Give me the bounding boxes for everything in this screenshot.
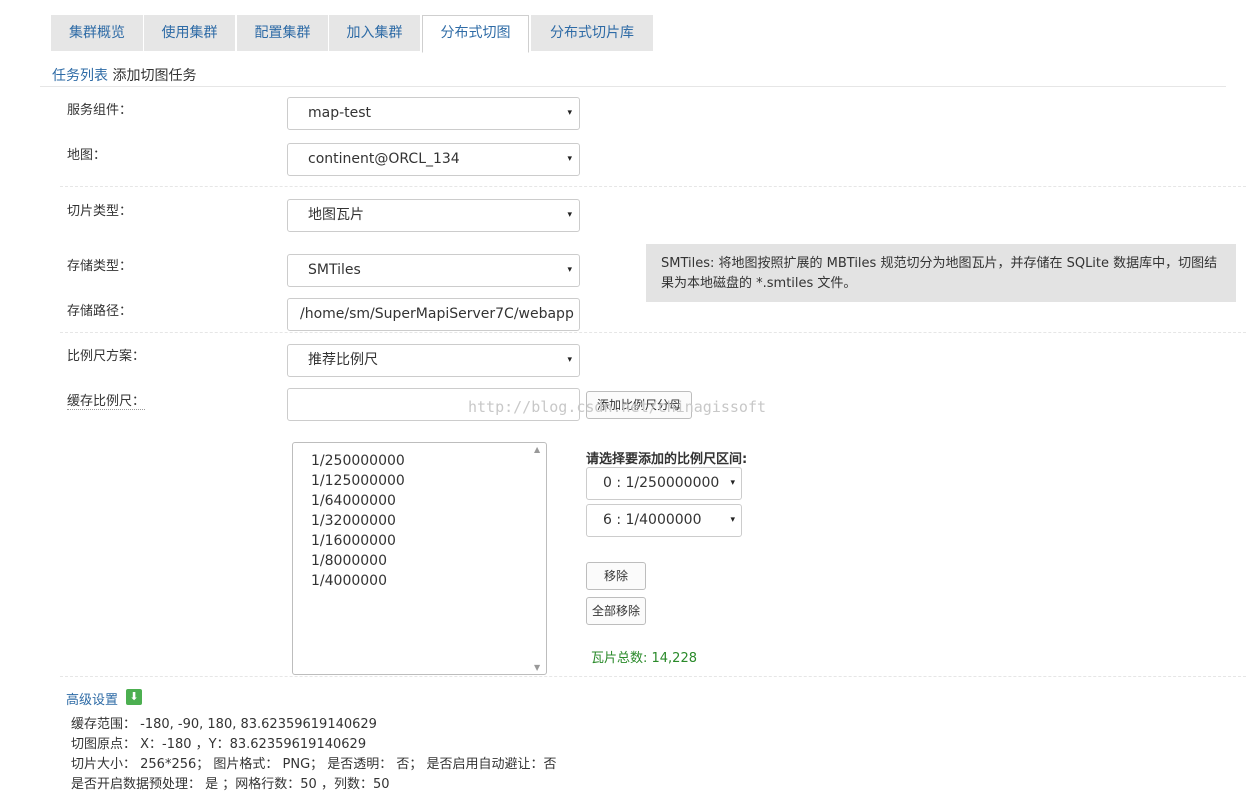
chevron-down-icon: ▾: [567, 265, 572, 275]
tab-distributed-tiling[interactable]: 分布式切图: [422, 15, 529, 53]
list-item[interactable]: 1/125000000: [311, 471, 405, 491]
range-to-select[interactable]: 6 : 1/4000000 ▾: [586, 504, 742, 537]
tile-total: 瓦片总数: 14,228: [591, 651, 697, 666]
list-item[interactable]: 1/4000000: [311, 571, 405, 591]
scroll-down-icon[interactable]: ▼: [534, 663, 540, 672]
breadcrumb: 任务列表 添加切图任务: [52, 65, 196, 85]
scroll-up-icon[interactable]: ▲: [534, 445, 540, 454]
chevron-down-icon: ▾: [730, 515, 735, 525]
divider: [40, 86, 1226, 87]
range-label: 请选择要添加的比例尺区间:: [586, 452, 748, 467]
scale-scheme-select-value: 推荐比例尺: [308, 352, 378, 368]
tile-type-label: 切片类型：: [67, 204, 133, 219]
range-from-select[interactable]: 0 : 1/250000000 ▾: [586, 467, 742, 500]
scrollbar[interactable]: ▲ ▼: [530, 443, 546, 674]
list-item[interactable]: 1/8000000: [311, 551, 405, 571]
cache-scale-label: 缓存比例尺：: [67, 390, 146, 410]
storage-type-label: 存储类型：: [67, 259, 133, 274]
tab-use-cluster[interactable]: 使用集群: [144, 15, 235, 51]
expand-icon[interactable]: ⬇: [126, 689, 142, 705]
chevron-down-icon: ▾: [730, 478, 735, 488]
tile-size-info: 切片大小： 256*256； 图片格式： PNG； 是否透明： 否； 是否启用自…: [71, 757, 557, 772]
chevron-down-icon: ▾: [567, 154, 572, 164]
service-select[interactable]: map-test ▾: [287, 97, 580, 130]
divider: [60, 676, 1246, 677]
chevron-down-icon: ▾: [567, 355, 572, 365]
remove-button[interactable]: 移除: [586, 562, 646, 590]
tile-type-select[interactable]: 地图瓦片 ▾: [287, 199, 580, 232]
tab-distributed-tile-library[interactable]: 分布式切片库: [531, 15, 653, 51]
map-label: 地图：: [67, 148, 107, 163]
chevron-down-icon: ▾: [567, 210, 572, 220]
preprocess-info: 是否开启数据预处理： 是 ；网格行数：50 ，列数：50: [71, 777, 390, 792]
tab-config-cluster[interactable]: 配置集群: [237, 15, 328, 51]
range-from-value: 0 : 1/250000000: [603, 475, 720, 491]
service-select-value: map-test: [308, 105, 372, 121]
tile-type-select-value: 地图瓦片: [308, 207, 364, 223]
breadcrumb-task-list-link[interactable]: 任务列表: [52, 68, 108, 84]
tab-join-cluster[interactable]: 加入集群: [329, 15, 420, 51]
divider: [60, 186, 1246, 187]
list-item[interactable]: 1/250000000: [311, 451, 405, 471]
cache-extent-info: 缓存范围： -180, -90, 180, 83.62359619140629: [71, 717, 377, 732]
map-select-value: continent@ORCL_134: [308, 151, 460, 167]
storage-type-select[interactable]: SMTiles ▾: [287, 254, 580, 287]
scale-scheme-select[interactable]: 推荐比例尺 ▾: [287, 344, 580, 377]
storage-type-select-value: SMTiles: [308, 262, 361, 278]
service-label: 服务组件：: [67, 103, 133, 118]
list-item[interactable]: 1/16000000: [311, 531, 405, 551]
list-item[interactable]: 1/32000000: [311, 511, 405, 531]
map-select[interactable]: continent@ORCL_134 ▾: [287, 143, 580, 176]
tiling-origin-info: 切图原点： X：-180 ，Y：83.62359619140629: [71, 737, 367, 752]
watermark-text: http://blog.csdn.net/chinagissoft: [468, 398, 767, 416]
breadcrumb-current: 添加切图任务: [112, 68, 197, 84]
advanced-settings-link[interactable]: 高级设置: [66, 689, 118, 708]
storage-path-label: 存储路径：: [67, 304, 133, 319]
storage-path-input[interactable]: /home/sm/SuperMapiServer7C/webapp: [287, 298, 580, 331]
storage-type-tip: SMTiles: 将地图按照扩展的 MBTiles 规范切分为地图瓦片，并存储在…: [646, 244, 1236, 302]
tab-cluster-overview[interactable]: 集群概览: [51, 15, 143, 51]
divider: [60, 332, 1246, 333]
remove-all-button[interactable]: 全部移除: [586, 597, 646, 625]
scale-list: 1/250000000 1/125000000 1/64000000 1/320…: [311, 451, 405, 591]
list-item[interactable]: 1/64000000: [311, 491, 405, 511]
chevron-down-icon: ▾: [567, 108, 572, 118]
scale-scheme-label: 比例尺方案：: [67, 349, 146, 364]
scale-listbox[interactable]: 1/250000000 1/125000000 1/64000000 1/320…: [292, 442, 547, 675]
range-to-value: 6 : 1/4000000: [603, 512, 702, 528]
